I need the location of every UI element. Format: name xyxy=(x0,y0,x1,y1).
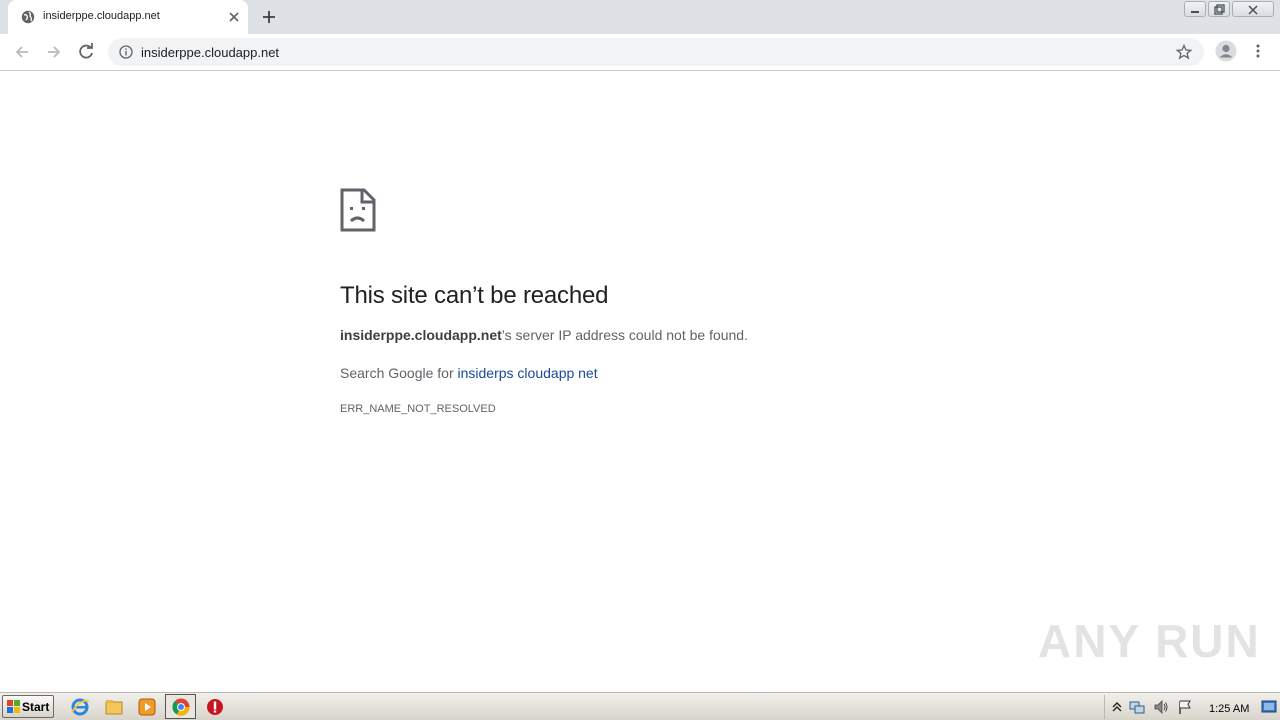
back-icon[interactable] xyxy=(12,42,32,62)
search-suggestion: Search Google for insiderps cloudapp net xyxy=(340,365,960,381)
restore-button[interactable] xyxy=(1208,1,1230,17)
chrome-taskbar-button[interactable] xyxy=(165,694,196,719)
profile-icon[interactable] xyxy=(1215,40,1237,62)
explorer-icon[interactable] xyxy=(104,697,124,717)
url-text[interactable]: insiderppe.cloudapp.net xyxy=(141,45,279,60)
star-icon[interactable] xyxy=(1176,44,1192,60)
reload-icon[interactable] xyxy=(76,42,96,62)
close-window-button[interactable] xyxy=(1232,1,1274,17)
minimize-button[interactable] xyxy=(1184,1,1206,17)
volume-icon[interactable] xyxy=(1153,699,1169,715)
start-button[interactable]: Start xyxy=(2,695,54,718)
system-tray: 1:25 AM xyxy=(1104,695,1280,719)
tab-title: insiderppe.cloudapp.net xyxy=(43,10,160,22)
clock[interactable]: 1:25 AM xyxy=(1209,703,1249,715)
close-icon[interactable] xyxy=(226,9,242,25)
flag-icon[interactable] xyxy=(1177,699,1193,715)
tray-arrow-icon[interactable] xyxy=(1109,699,1125,715)
taskbar: Start 1:25 AM xyxy=(0,692,1280,720)
close-icon xyxy=(1248,5,1258,15)
minimize-icon xyxy=(1191,11,1199,13)
network-icon[interactable] xyxy=(1129,699,1145,715)
restore-icon xyxy=(1214,4,1225,15)
info-icon[interactable] xyxy=(119,45,133,59)
error-message-suffix: ’s server IP address could not be found. xyxy=(501,327,748,343)
show-desktop-icon[interactable] xyxy=(1261,699,1277,715)
watermark: ANY RUN xyxy=(1038,615,1261,667)
error-page: This site can’t be reached insiderppe.cl… xyxy=(340,188,960,415)
error-code: ERR_NAME_NOT_RESOLVED xyxy=(340,403,496,415)
tab-active[interactable]: insiderppe.cloudapp.net xyxy=(8,0,248,34)
stop-icon[interactable] xyxy=(205,697,225,717)
tab-strip: insiderppe.cloudapp.net xyxy=(0,0,1280,34)
globe-icon xyxy=(21,10,35,24)
error-host: insiderppe.cloudapp.net xyxy=(340,327,502,343)
start-label: Start xyxy=(22,700,50,714)
windows-flag-icon xyxy=(7,700,20,713)
chrome-icon xyxy=(172,698,190,716)
search-prefix: Search Google for xyxy=(340,365,458,381)
search-link[interactable]: insiderps cloudapp net xyxy=(458,365,598,381)
sad-page-icon xyxy=(340,188,376,232)
media-player-icon[interactable] xyxy=(137,697,157,717)
plus-icon[interactable] xyxy=(260,8,278,26)
error-message: insiderppe.cloudapp.net’s server IP addr… xyxy=(340,327,960,343)
browser-toolbar: insiderppe.cloudapp.net xyxy=(0,34,1280,71)
ie-icon[interactable] xyxy=(70,697,90,717)
forward-icon[interactable] xyxy=(44,42,64,62)
address-bar[interactable]: insiderppe.cloudapp.net xyxy=(108,38,1204,66)
error-title: This site can’t be reached xyxy=(340,282,609,309)
menu-icon[interactable] xyxy=(1250,43,1266,59)
